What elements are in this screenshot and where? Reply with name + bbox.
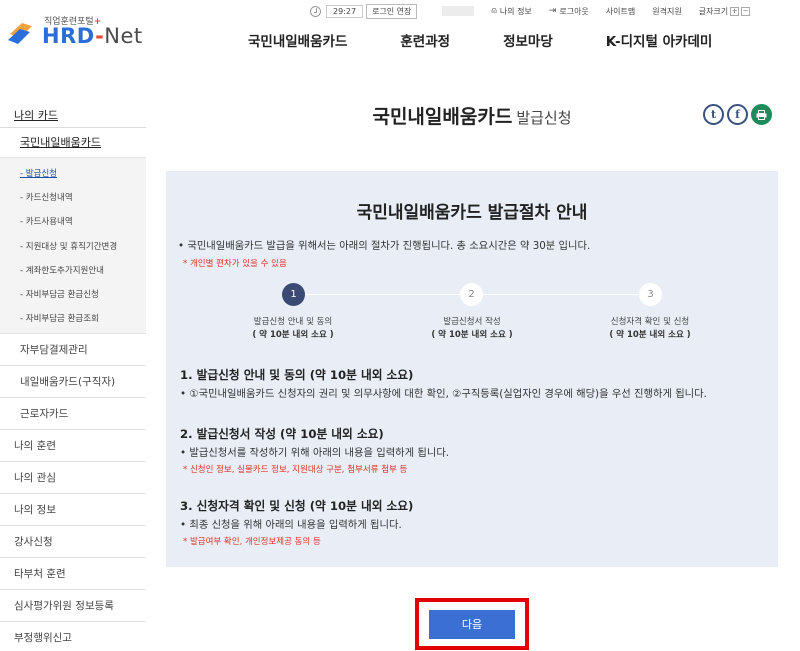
sidebar-item-my-training[interactable]: 나의 훈련 [0,429,146,461]
issuance-guide-panel: 국민내일배움카드 발급절차 안내 • 국민내일배움카드 발급을 위해서는 아래의… [166,171,778,567]
next-button[interactable]: 다음 [429,610,515,639]
step-2-label: 발급신청서 작성( 약 10분 내외 소요 ) [431,317,513,340]
remote-support-link[interactable]: 원격지원 [652,6,681,17]
guide-intro-note: * 개인별 편차가 있을 수 있음 [183,259,287,269]
sidebar-item-jobseeker-card[interactable]: 내일배움카드(구직자) [0,365,146,397]
font-increase-button[interactable]: + [730,6,740,16]
section-2-note: * 신청인 정보, 실물카드 정보, 지원대상 구분, 첨부서류 첨부 등 [183,465,408,475]
logout-icon: ⇥ [548,6,557,16]
step-2-circle: 2 [460,283,483,306]
step-1-circle: 1 [282,283,305,306]
font-size-control: 글자크기 + − [698,6,751,16]
sidebar-item-worker-card[interactable]: 근로자카드 [0,397,146,429]
sitemap-link[interactable]: 사이트맵 [606,6,635,17]
section-2-title: 2. 발급신청서 작성 (약 10분 내외 소요) [180,427,384,441]
section-2-desc: • 발급신청서를 작성하기 위해 아래의 내용을 입력하게 됩니다. [180,447,450,459]
sidebar-item-report[interactable]: 부정행위신고 [0,621,146,651]
sidebar-item-limit-support[interactable]: - 계좌한도추가지원안내 [0,259,146,283]
logout-link[interactable]: ⇥ 로그아웃 [549,6,589,17]
my-info-link[interactable]: ⍝ 나의 정보 [491,6,531,17]
step-1-label: 발급신청 안내 및 동의( 약 10분 내외 소요 ) [252,317,334,340]
nav-card[interactable]: 국민내일배움카드 [248,30,347,50]
session-timer: 29:27 [326,4,364,18]
next-button-highlight: 다음 [415,598,529,650]
guide-title: 국민내일배움카드 발급절차 안내 [356,203,588,223]
site-logo[interactable]: 직업훈련포털+ HRD-Net [8,10,148,50]
sidebar-item-usage-history[interactable]: - 카드사용내역 [0,210,146,234]
clock-icon [310,5,321,17]
sidebar-item-refund-inquiry[interactable]: - 자비부담금 환급조회 [0,307,146,331]
sidebar-item-evaluator[interactable]: 심사평가위원 정보등록 [0,589,146,621]
utility-bar: 29:27 로그인 연장 ⍝ 나의 정보 ⇥ 로그아웃 사이트맵 원격지원 글자크기… [310,3,751,19]
nav-courses[interactable]: 훈련과정 [400,30,450,50]
nav-info[interactable]: 정보마당 [503,30,553,50]
twitter-icon[interactable]: t [703,104,724,125]
sidebar-item-my-info[interactable]: 나의 정보 [0,493,146,525]
sidebar-item-instructor[interactable]: 강사신청 [0,525,146,557]
sidebar-item-eligibility-change[interactable]: - 지원대상 및 휴직기간변경 [0,235,146,259]
sidebar-submenu: - 발급신청 - 카드신청내역 - 카드사용내역 - 지원대상 및 휴직기간변경… [0,158,146,334]
logo-mark-icon [8,23,32,44]
sidebar-item-refund-request[interactable]: - 자비부담금 환급신청 [0,283,146,307]
sidebar-item-card[interactable]: 국민내일배움카드 [0,128,146,158]
sidebar-item-other-ministry[interactable]: 타부처 훈련 [0,557,146,589]
guide-intro: • 국민내일배움카드 발급을 위해서는 아래의 절차가 진행됩니다. 총 소요시… [178,240,591,252]
facebook-icon[interactable]: f [727,104,748,125]
nav-k-digital[interactable]: K-디지털 아카데미 [606,30,713,50]
font-decrease-button[interactable]: − [741,6,751,16]
step-3-circle: 3 [639,283,662,306]
main-navigation: 국민내일배움카드 훈련과정 정보마당 K-디지털 아카데미 [248,30,712,50]
section-1-desc: • ①국민내일배움카드 신청자의 권리 및 의무사항에 대한 확인, ②구직등록… [180,388,707,400]
step-3-label: 신청자격 확인 및 신청( 약 10분 내외 소요 ) [609,317,691,340]
section-3-desc: • 최종 신청을 위해 아래의 내용을 입력하게 됩니다. [180,519,402,531]
sidebar-item-copay[interactable]: 자부담결제관리 [0,333,146,365]
section-3-note: * 발급여부 확인, 개인정보제공 동의 등 [183,537,321,547]
section-3-title: 3. 신청자격 확인 및 신청 (약 10분 내외 소요) [180,499,414,513]
print-icon[interactable] [751,104,772,125]
sidebar-item-my-interest[interactable]: 나의 관심 [0,461,146,493]
sidebar-item-apply[interactable]: - 발급신청 [0,162,146,186]
sidebar: 나의 카드 국민내일배움카드 - 발급신청 - 카드신청내역 - 카드사용내역 … [0,104,146,651]
share-buttons: t f [700,104,772,125]
logo-text: HRD-Net [42,24,143,48]
sidebar-item-application-history[interactable]: - 카드신청내역 [0,186,146,210]
page-title: 국민내일배움카드 발급신청 [372,106,572,128]
user-name-box [442,6,475,16]
extend-login-button[interactable]: 로그인 연장 [366,3,418,19]
process-steps: 1 2 3 발급신청 안내 및 동의( 약 10분 내외 소요 ) 발급신청서 … [166,283,778,343]
sidebar-title[interactable]: 나의 카드 [0,104,146,128]
section-1-title: 1. 발급신청 안내 및 동의 (약 10분 내외 소요) [180,368,414,382]
person-icon: ⍝ [491,6,497,16]
